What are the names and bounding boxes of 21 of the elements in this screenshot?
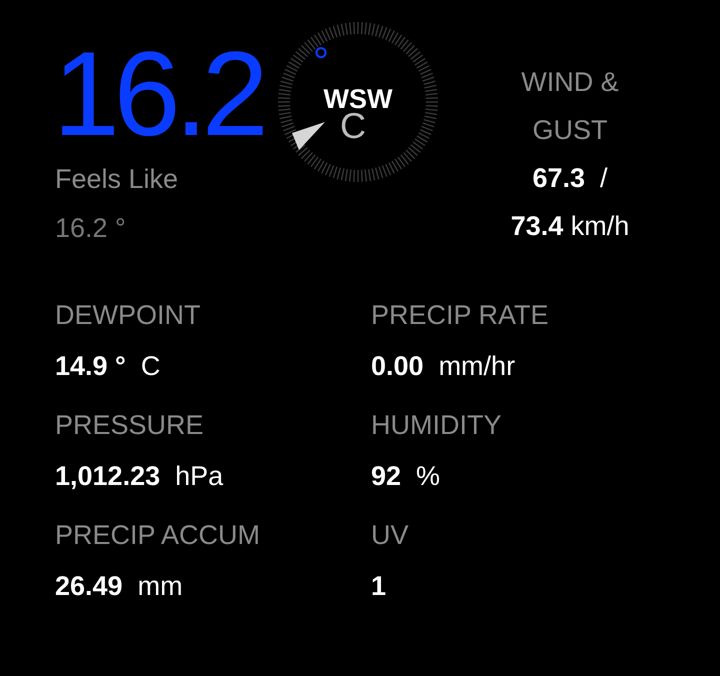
stat-label: PRECIP RATE (371, 300, 549, 332)
stat-label: DEWPOINT (55, 300, 200, 332)
stat-label: PRECIP ACCUM (55, 520, 260, 552)
feels-like-label: Feels Like (55, 164, 180, 196)
feels-like-value: 16.2 ° (55, 213, 127, 244)
stat-value: 0.00 mm/hr (371, 351, 516, 382)
wind-label: GUST (532, 114, 608, 147)
direction-pointer (292, 122, 325, 150)
stat-value: 1 (371, 571, 386, 602)
stat-label: HUMIDITY (371, 410, 502, 442)
stat-value: 92 % (371, 461, 440, 492)
degree-symbol: ° (313, 42, 329, 82)
temperature-value: 16.2 (53, 34, 263, 154)
stat-value: 26.49 mm (55, 571, 183, 602)
wind-label: WIND & (521, 66, 619, 99)
stat-label: UV (371, 520, 409, 552)
stat-label: PRESSURE (55, 410, 204, 442)
gust-speed: 73.4 km/h (510, 210, 630, 243)
stat-value: 14.9 ° C (55, 351, 160, 382)
wind-speed: 67.3 / (532, 162, 608, 195)
stat-value: 1,012.23 hPa (55, 461, 224, 492)
